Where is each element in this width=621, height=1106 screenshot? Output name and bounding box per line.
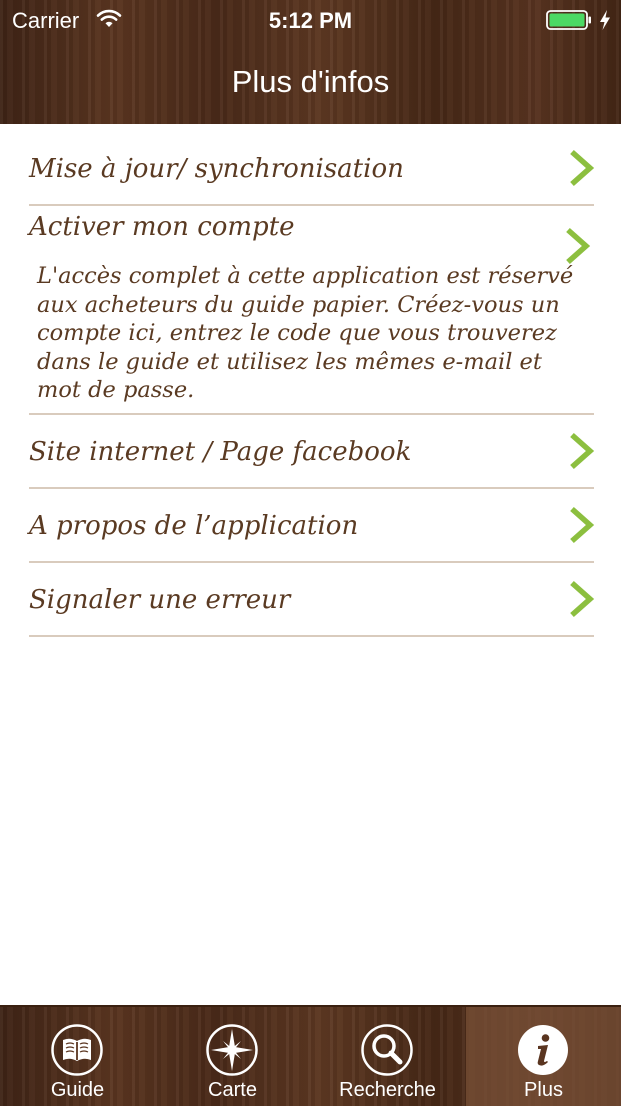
battery-icon xyxy=(546,10,591,30)
compass-icon xyxy=(206,1024,258,1076)
menu-item-report-error[interactable]: Signaler une erreur xyxy=(29,563,595,637)
tab-recherche[interactable]: Recherche xyxy=(310,1007,465,1106)
menu-item-activate-account[interactable]: Activer mon compte L'accès complet à cet… xyxy=(29,206,594,415)
status-bar: Carrier 5:12 PM xyxy=(0,0,621,42)
menu-item-label: Site internet / Page facebook xyxy=(29,437,412,467)
menu-item-label: Mise à jour/ synchronisation xyxy=(29,154,404,184)
menu-list: Mise à jour/ synchronisation Activer mon… xyxy=(0,124,621,637)
menu-item-sync[interactable]: Mise à jour/ synchronisation xyxy=(29,124,595,206)
tab-label: Guide xyxy=(50,1079,105,1101)
menu-item-label: Signaler une erreur xyxy=(29,585,291,615)
tab-label: Recherche xyxy=(339,1079,436,1101)
menu-item-label: A propos de l’application xyxy=(29,511,359,541)
chevron-right-icon xyxy=(566,227,591,265)
clock-label: 5:12 PM xyxy=(268,8,353,33)
book-icon xyxy=(51,1024,103,1076)
activate-account-description: L'accès complet à cette application est … xyxy=(37,263,574,403)
magnifier-icon xyxy=(361,1024,413,1076)
tab-guide[interactable]: Guide xyxy=(0,1007,155,1106)
navigation-bar: Carrier 5:12 PM Plus d'infos xyxy=(0,0,621,124)
chevron-right-icon xyxy=(570,432,595,470)
tab-label: Plus xyxy=(524,1079,563,1101)
menu-item-about[interactable]: A propos de l’application xyxy=(29,489,595,563)
charging-bolt-icon xyxy=(600,10,610,30)
chevron-right-icon xyxy=(570,580,595,618)
tab-plus[interactable]: Plus xyxy=(466,1007,621,1106)
tab-carte[interactable]: Carte xyxy=(155,1007,310,1106)
info-icon xyxy=(518,1025,568,1075)
tab-bar: Guide Carte Recherche Plus xyxy=(0,1005,621,1106)
chevron-right-icon xyxy=(570,149,595,187)
menu-item-label: Activer mon compte xyxy=(29,212,295,242)
menu-item-website-facebook[interactable]: Site internet / Page facebook xyxy=(29,415,595,489)
chevron-right-icon xyxy=(570,506,595,544)
page-title: Plus d'infos xyxy=(231,64,390,99)
tab-label: Carte xyxy=(208,1079,257,1101)
